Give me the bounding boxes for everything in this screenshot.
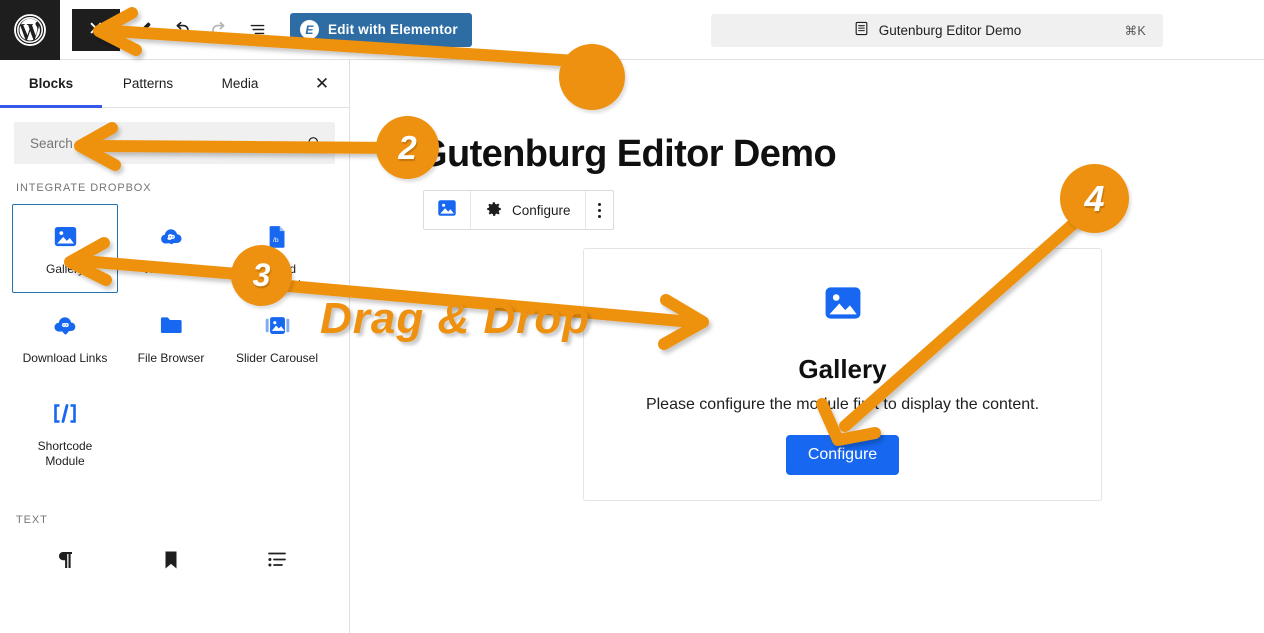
block-item-heading[interactable] <box>118 536 224 624</box>
wordpress-logo-icon[interactable] <box>0 0 60 60</box>
edit-with-elementor-button[interactable]: E Edit with Elementor <box>290 12 472 47</box>
editor-top-bar: ✕ E Edit with Elementor Gutenburg Editor… <box>0 0 1264 60</box>
search-box[interactable] <box>14 122 335 164</box>
command-palette-label: Gutenburg Editor Demo <box>878 23 1022 38</box>
editor-screen: ✕ E Edit with Elementor Gutenburg Editor… <box>0 0 1264 633</box>
block-label: Download Links <box>22 351 108 365</box>
vertical-dots <box>597 202 601 218</box>
inserter-search-wrapper <box>0 108 349 164</box>
close-icon: ✕ <box>314 73 330 93</box>
block-item-shortcode-module[interactable]: Shortcode Module <box>12 381 118 470</box>
configure-button[interactable]: Configure <box>785 435 900 475</box>
image-gallery-icon <box>821 281 865 330</box>
svg-text:/b: /b <box>273 237 279 244</box>
category-title-integrate-dropbox: INTEGRATE DROPBOX <box>16 182 152 194</box>
elementor-logo-icon: E <box>300 20 319 39</box>
document-file-icon: /b <box>264 221 291 251</box>
block-label: Embed Documents <box>246 262 308 291</box>
toolbar-configure-button[interactable]: Configure <box>470 191 585 229</box>
block-item-file-browser[interactable]: File Browser <box>118 293 224 381</box>
block-item-gallery[interactable]: Gallery <box>12 204 118 293</box>
editor-canvas[interactable]: Gutenburg Editor Demo Configure Gallery … <box>350 60 1264 633</box>
block-item-view-links[interactable]: View Links <box>118 204 224 293</box>
block-item-slider-carousel[interactable]: Slider Carousel <box>224 293 330 381</box>
folder-icon <box>158 310 185 340</box>
tab-blocks[interactable]: Blocks <box>0 60 102 108</box>
block-grid-integrate-dropbox: Gallery View Links /b Embed Documents Do… <box>0 204 349 510</box>
gear-icon <box>485 200 503 221</box>
document-outline-icon[interactable] <box>238 9 276 51</box>
shortcode-brackets-icon <box>50 398 80 428</box>
tab-media[interactable]: Media <box>194 60 286 107</box>
block-type-button[interactable] <box>424 191 470 229</box>
block-label: Shortcode Module <box>37 439 93 468</box>
image-gallery-icon <box>436 197 458 224</box>
block-toolbar: Configure <box>423 190 614 230</box>
close-inserter-button[interactable]: ✕ <box>309 71 335 97</box>
block-inserter-panel: Blocks Patterns Media ✕ Search INTEGRATE… <box>0 60 350 633</box>
paragraph-icon <box>53 545 77 575</box>
toolbar-configure-label: Configure <box>512 202 571 218</box>
block-label: File Browser <box>137 351 205 365</box>
page-title[interactable]: Gutenburg Editor Demo <box>418 133 837 176</box>
image-gallery-icon <box>52 221 79 251</box>
block-item-embed-documents[interactable]: /b Embed Documents <box>224 204 330 293</box>
tab-patterns-label: Patterns <box>122 76 174 91</box>
gallery-placeholder-description: Please configure the module first to dis… <box>645 396 1040 413</box>
block-label: View Links <box>142 262 200 276</box>
tab-patterns[interactable]: Patterns <box>102 60 194 107</box>
tab-blocks-label: Blocks <box>28 76 74 91</box>
category-title-text: TEXT <box>16 514 48 526</box>
close-editor-button[interactable]: ✕ <box>72 8 120 51</box>
redo-icon[interactable] <box>200 9 238 51</box>
command-palette-search[interactable]: Gutenburg Editor Demo ⌘K <box>711 14 1163 47</box>
more-options-vertical-dots-icon[interactable] <box>584 191 613 229</box>
close-icon: ✕ <box>88 19 104 40</box>
edit-with-elementor-label: Edit with Elementor <box>328 22 458 37</box>
list-icon <box>265 545 289 575</box>
slider-image-icon <box>264 310 291 340</box>
block-item-paragraph[interactable] <box>12 536 118 624</box>
tab-media-label: Media <box>221 76 259 91</box>
block-label: Gallery <box>45 262 84 276</box>
download-cloud-icon <box>52 310 79 340</box>
heading-bookmark-icon <box>159 545 183 575</box>
link-cloud-icon <box>158 221 185 251</box>
document-icon <box>853 20 870 42</box>
pencil-edit-icon[interactable] <box>124 9 162 51</box>
command-palette-shortcut: ⌘K <box>1124 24 1146 38</box>
gallery-placeholder-title: Gallery <box>798 354 887 384</box>
gallery-block-placeholder[interactable]: Gallery Please configure the module firs… <box>583 248 1102 501</box>
inserter-tabs: Blocks Patterns Media ✕ <box>0 60 349 108</box>
undo-icon[interactable] <box>162 9 200 51</box>
block-item-list[interactable] <box>224 536 330 624</box>
block-grid-text <box>0 536 349 624</box>
block-label: Slider Carousel <box>235 351 319 365</box>
block-item-download-links[interactable]: Download Links <box>12 293 118 381</box>
search-input[interactable] <box>14 122 335 164</box>
